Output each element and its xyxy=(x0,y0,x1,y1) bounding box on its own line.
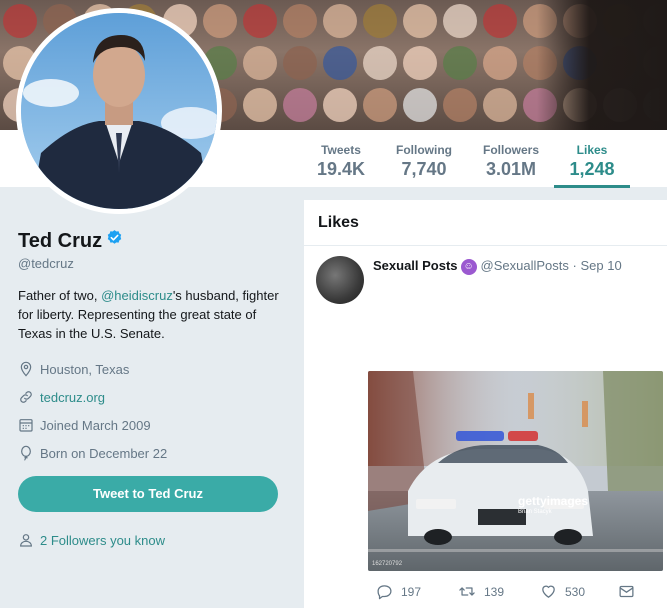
reply-count: 197 xyxy=(401,584,422,599)
stat-label: Followers xyxy=(482,143,539,157)
tweet-media-image[interactable]: gettyimages Brian Stacyk 162720792 xyxy=(368,371,663,571)
reply-button[interactable]: 197 xyxy=(376,583,421,600)
crowd-person xyxy=(323,4,357,38)
crowd-person xyxy=(203,4,237,38)
heart-icon xyxy=(542,585,555,598)
profile-website: tedcruz.org xyxy=(18,389,105,405)
crowd-person xyxy=(363,46,397,80)
getty-watermark-text: gettyimages xyxy=(518,494,589,508)
crowd-person xyxy=(323,46,357,80)
person-icon xyxy=(20,534,32,547)
crowd-person xyxy=(283,46,317,80)
crowd-person xyxy=(243,4,277,38)
stat-value: 3.01M xyxy=(485,159,537,179)
crowd-person xyxy=(3,4,37,38)
retweet-icon xyxy=(459,587,475,596)
stat-followers[interactable]: Followers 3.01M xyxy=(476,130,546,188)
calendar-icon xyxy=(19,419,33,432)
website-link[interactable]: tedcruz.org xyxy=(40,390,105,405)
crowd-person xyxy=(443,4,477,38)
followers-you-know-link[interactable]: 2 Followers you know xyxy=(18,532,165,548)
direct-message-button[interactable] xyxy=(618,583,643,600)
banner-shadow xyxy=(537,0,667,130)
crowd-person xyxy=(243,46,277,80)
crowd-person xyxy=(363,88,397,122)
photo-id: 162720792 xyxy=(372,561,403,567)
stat-following[interactable]: Following 7,740 xyxy=(389,130,459,188)
tweet[interactable]: Sexuall Posts ☺ @SexuallPosts · Sep 10 g… xyxy=(304,246,667,608)
location-text: Houston, Texas xyxy=(40,361,130,377)
profile-birthday: Born on December 22 xyxy=(18,445,167,461)
stat-label: Likes xyxy=(576,143,608,157)
crowd-person xyxy=(243,88,277,122)
followers-you-know-text: 2 Followers you know xyxy=(40,532,165,548)
timeline-title: Likes xyxy=(304,200,667,246)
tweet-author-avatar[interactable] xyxy=(316,256,364,304)
stat-value: 1,248 xyxy=(569,159,615,179)
bio-text: Father of two, xyxy=(18,288,102,303)
profile-bio: Father of two, @heidiscruz's husband, fi… xyxy=(18,286,288,343)
crowd-person xyxy=(283,88,317,122)
tweet-author-name[interactable]: Sexuall Posts xyxy=(373,258,458,273)
crowd-person xyxy=(483,4,517,38)
crowd-person xyxy=(323,88,357,122)
stat-label: Tweets xyxy=(321,143,361,157)
bio-mention-link[interactable]: @heidiscruz xyxy=(101,288,173,303)
envelope-icon xyxy=(619,585,634,598)
tweet-actions: 197 139 530 xyxy=(376,583,646,603)
stat-label: Following xyxy=(396,143,452,157)
profile-avatar[interactable] xyxy=(16,8,222,214)
verified-badge-icon xyxy=(106,229,123,252)
profile-card: Ted Cruz @tedcruz Father of two, @heidis… xyxy=(0,188,303,608)
profile-handle[interactable]: @tedcruz xyxy=(18,256,74,271)
crowd-person xyxy=(443,88,477,122)
like-button[interactable]: 530 xyxy=(540,583,585,600)
crowd-person xyxy=(283,4,317,38)
smiling-imp-emoji-icon: ☺ xyxy=(460,258,477,275)
retweet-button[interactable]: 139 xyxy=(458,583,504,600)
profile-joined: Joined March 2009 xyxy=(18,417,151,433)
likes-timeline: Likes Sexuall Posts ☺ @SexuallPosts · Sep … xyxy=(304,200,667,608)
profile-name-row: Ted Cruz xyxy=(18,229,123,253)
like-count: 530 xyxy=(565,584,586,599)
crowd-person xyxy=(363,4,397,38)
tweet-date[interactable]: Sep 10 xyxy=(580,258,621,273)
reply-icon xyxy=(377,585,392,600)
crowd-person xyxy=(403,46,437,80)
photo-credit: Brian Stacyk xyxy=(518,509,552,515)
birthday-text: Born on December 22 xyxy=(40,445,168,461)
stat-tweets[interactable]: Tweets 19.4K xyxy=(310,130,372,188)
retweet-count: 139 xyxy=(484,584,505,599)
joined-text: Joined March 2009 xyxy=(40,417,151,433)
stat-value: 7,740 xyxy=(401,159,447,179)
balloon-icon xyxy=(21,445,31,461)
crowd-person xyxy=(403,4,437,38)
tweet-separator: · xyxy=(568,258,581,273)
profile-location: Houston, Texas xyxy=(18,361,129,377)
tweet-author-handle[interactable]: @SexuallPosts xyxy=(481,258,569,273)
tweet-to-button[interactable]: Tweet to Ted Cruz xyxy=(18,476,278,512)
crowd-person xyxy=(403,88,437,122)
tweet-header: Sexuall Posts ☺ @SexuallPosts · Sep 10 xyxy=(373,258,622,275)
crowd-person xyxy=(483,46,517,80)
crowd-person xyxy=(483,88,517,122)
profile-name[interactable]: Ted Cruz xyxy=(18,230,102,252)
stat-value: 19.4K xyxy=(316,159,366,179)
stat-likes[interactable]: Likes 1,248 xyxy=(554,130,630,188)
crowd-person xyxy=(443,46,477,80)
location-pin-icon xyxy=(20,361,32,377)
getty-watermark: gettyimages Brian Stacyk xyxy=(518,494,588,515)
link-icon xyxy=(20,391,32,403)
